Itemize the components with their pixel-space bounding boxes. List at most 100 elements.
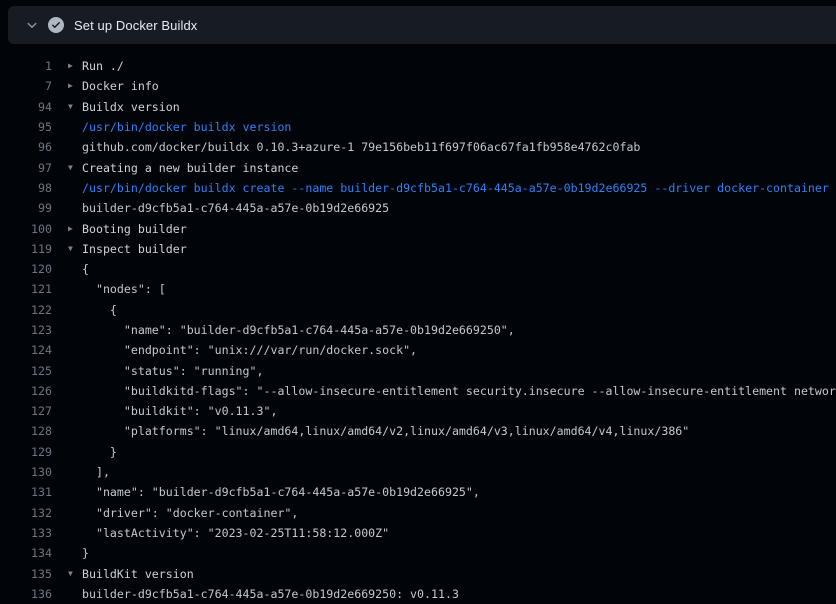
output-text: builder-d9cfb5a1-c764-445a-a57e-0b19d2e6… — [68, 587, 459, 601]
line-content: "name": "builder-d9cfb5a1-c764-445a-a57e… — [68, 485, 480, 499]
command-text: /usr/bin/docker buildx create --name bui… — [68, 181, 829, 195]
check-circle-icon — [48, 17, 64, 33]
line-content: "platforms": "linux/amd64,linux/amd64/v2… — [68, 424, 689, 438]
line-number[interactable]: 95 — [0, 120, 52, 134]
triangle-down-icon[interactable]: ▼ — [68, 164, 82, 172]
output-text: "nodes": [ — [68, 282, 166, 296]
group-label: Run ./ — [82, 59, 124, 73]
log-line: 133 "lastActivity": "2023-02-25T11:58:12… — [0, 523, 836, 543]
line-number[interactable]: 129 — [0, 445, 52, 459]
line-number[interactable]: 124 — [0, 343, 52, 357]
line-number[interactable]: 128 — [0, 424, 52, 438]
log-line: 130 ], — [0, 462, 836, 482]
output-text: "buildkitd-flags": "--allow-insecure-ent… — [68, 384, 836, 398]
output-text: } — [68, 546, 89, 560]
group-label: Creating a new builder instance — [82, 161, 298, 175]
group-label: Buildx version — [82, 100, 180, 114]
log-line: 95/usr/bin/docker buildx version — [0, 117, 836, 137]
line-content: /usr/bin/docker buildx create --name bui… — [68, 181, 829, 195]
log-line: 123 "name": "builder-d9cfb5a1-c764-445a-… — [0, 320, 836, 340]
log-group-row[interactable]: 7▶Docker info — [0, 76, 836, 96]
line-number[interactable]: 136 — [0, 587, 52, 601]
line-content: "name": "builder-d9cfb5a1-c764-445a-a57e… — [68, 323, 515, 337]
line-number[interactable]: 125 — [0, 364, 52, 378]
log-group-row[interactable]: 97 ▼Creating a new builder instance — [0, 157, 836, 177]
line-content: "buildkitd-flags": "--allow-insecure-ent… — [68, 384, 836, 398]
line-content: ▼Creating a new builder instance — [68, 161, 298, 175]
output-text: builder-d9cfb5a1-c764-445a-a57e-0b19d2e6… — [68, 201, 389, 215]
line-content: "driver": "docker-container", — [68, 506, 298, 520]
line-number[interactable]: 122 — [0, 303, 52, 317]
line-number[interactable]: 126 — [0, 384, 52, 398]
triangle-down-icon[interactable]: ▼ — [68, 103, 82, 111]
line-number[interactable]: 96 — [0, 140, 52, 154]
line-number[interactable]: 119 — [0, 242, 52, 256]
line-content: "buildkit": "v0.11.3", — [68, 404, 277, 418]
log-line: 124 "endpoint": "unix:///var/run/docker.… — [0, 340, 836, 360]
log-group-row[interactable]: 1 ▶Run ./ — [0, 56, 836, 76]
group-label: Booting builder — [82, 222, 187, 236]
line-number[interactable]: 120 — [0, 262, 52, 276]
line-number[interactable]: 133 — [0, 526, 52, 540]
line-content: builder-d9cfb5a1-c764-445a-a57e-0b19d2e6… — [68, 587, 459, 601]
line-number[interactable]: 127 — [0, 404, 52, 418]
log-line: 129 } — [0, 442, 836, 462]
log-group-row[interactable]: 135▼BuildKit version — [0, 563, 836, 583]
line-number[interactable]: 121 — [0, 282, 52, 296]
step-title: Set up Docker Buildx — [74, 18, 197, 33]
line-number[interactable]: 123 — [0, 323, 52, 337]
line-number[interactable]: 131 — [0, 485, 52, 499]
output-text: "status": "running", — [68, 364, 263, 378]
line-number[interactable]: 130 — [0, 465, 52, 479]
log-group-row[interactable]: 94 ▼Buildx version — [0, 97, 836, 117]
triangle-right-icon[interactable]: ▶ — [68, 225, 82, 233]
line-number[interactable]: 94 — [0, 100, 52, 114]
log-line: 136 builder-d9cfb5a1-c764-445a-a57e-0b19d… — [0, 584, 836, 604]
line-content: ▶Booting builder — [68, 222, 187, 236]
log-line: 126 "buildkitd-flags": "--allow-insecure… — [0, 381, 836, 401]
triangle-down-icon[interactable]: ▼ — [68, 570, 82, 578]
line-content: "lastActivity": "2023-02-25T11:58:12.000… — [68, 526, 389, 540]
line-content: } — [68, 445, 117, 459]
step-header-bar[interactable]: Set up Docker Buildx — [8, 6, 836, 44]
output-text: ], — [68, 465, 110, 479]
line-content: "nodes": [ — [68, 282, 166, 296]
line-number[interactable]: 98 — [0, 181, 52, 195]
log-line: 134} — [0, 543, 836, 563]
output-text: "endpoint": "unix:///var/run/docker.sock… — [68, 343, 417, 357]
line-number[interactable]: 1 — [0, 59, 52, 73]
log-line: 127 "buildkit": "v0.11.3", — [0, 401, 836, 421]
line-number[interactable]: 134 — [0, 546, 52, 560]
output-text: github.com/docker/buildx 0.10.3+azure-1 … — [68, 140, 640, 154]
log-line: 132 "driver": "docker-container", — [0, 503, 836, 523]
line-content: github.com/docker/buildx 0.10.3+azure-1 … — [68, 140, 640, 154]
group-label: Inspect builder — [82, 242, 187, 256]
triangle-down-icon[interactable]: ▼ — [68, 245, 82, 253]
line-number[interactable]: 7 — [0, 79, 52, 93]
output-text: "platforms": "linux/amd64,linux/amd64/v2… — [68, 424, 689, 438]
line-number[interactable]: 100 — [0, 222, 52, 236]
line-number[interactable]: 97 — [0, 161, 52, 175]
line-number[interactable]: 99 — [0, 201, 52, 215]
output-text: "lastActivity": "2023-02-25T11:58:12.000… — [68, 526, 389, 540]
log-area: 1▶Run ./7▶Docker info94▼Buildx version95… — [0, 56, 836, 604]
output-text: "name": "builder-d9cfb5a1-c764-445a-a57e… — [68, 323, 515, 337]
triangle-right-icon[interactable]: ▶ — [68, 62, 82, 70]
output-text: "driver": "docker-container", — [68, 506, 298, 520]
line-content: ▼Inspect builder — [68, 242, 187, 256]
line-number[interactable]: 135 — [0, 567, 52, 581]
log-line: 98/usr/bin/docker buildx create --name b… — [0, 178, 836, 198]
log-line: 120 { — [0, 259, 836, 279]
line-content: { — [68, 262, 89, 276]
log-line: 125 "status": "running", — [0, 360, 836, 380]
log-group-row[interactable]: 100 ▶Booting builder — [0, 218, 836, 238]
log-line: 122 { — [0, 300, 836, 320]
triangle-right-icon[interactable]: ▶ — [68, 82, 82, 90]
log-group-row[interactable]: 119 ▼Inspect builder — [0, 239, 836, 259]
output-text: { — [68, 303, 117, 317]
log-line: 121 "nodes": [ — [0, 279, 836, 299]
line-number[interactable]: 132 — [0, 506, 52, 520]
chevron-down-icon[interactable] — [26, 19, 38, 31]
line-content: ▼Buildx version — [68, 100, 180, 114]
output-text: "buildkit": "v0.11.3", — [68, 404, 277, 418]
